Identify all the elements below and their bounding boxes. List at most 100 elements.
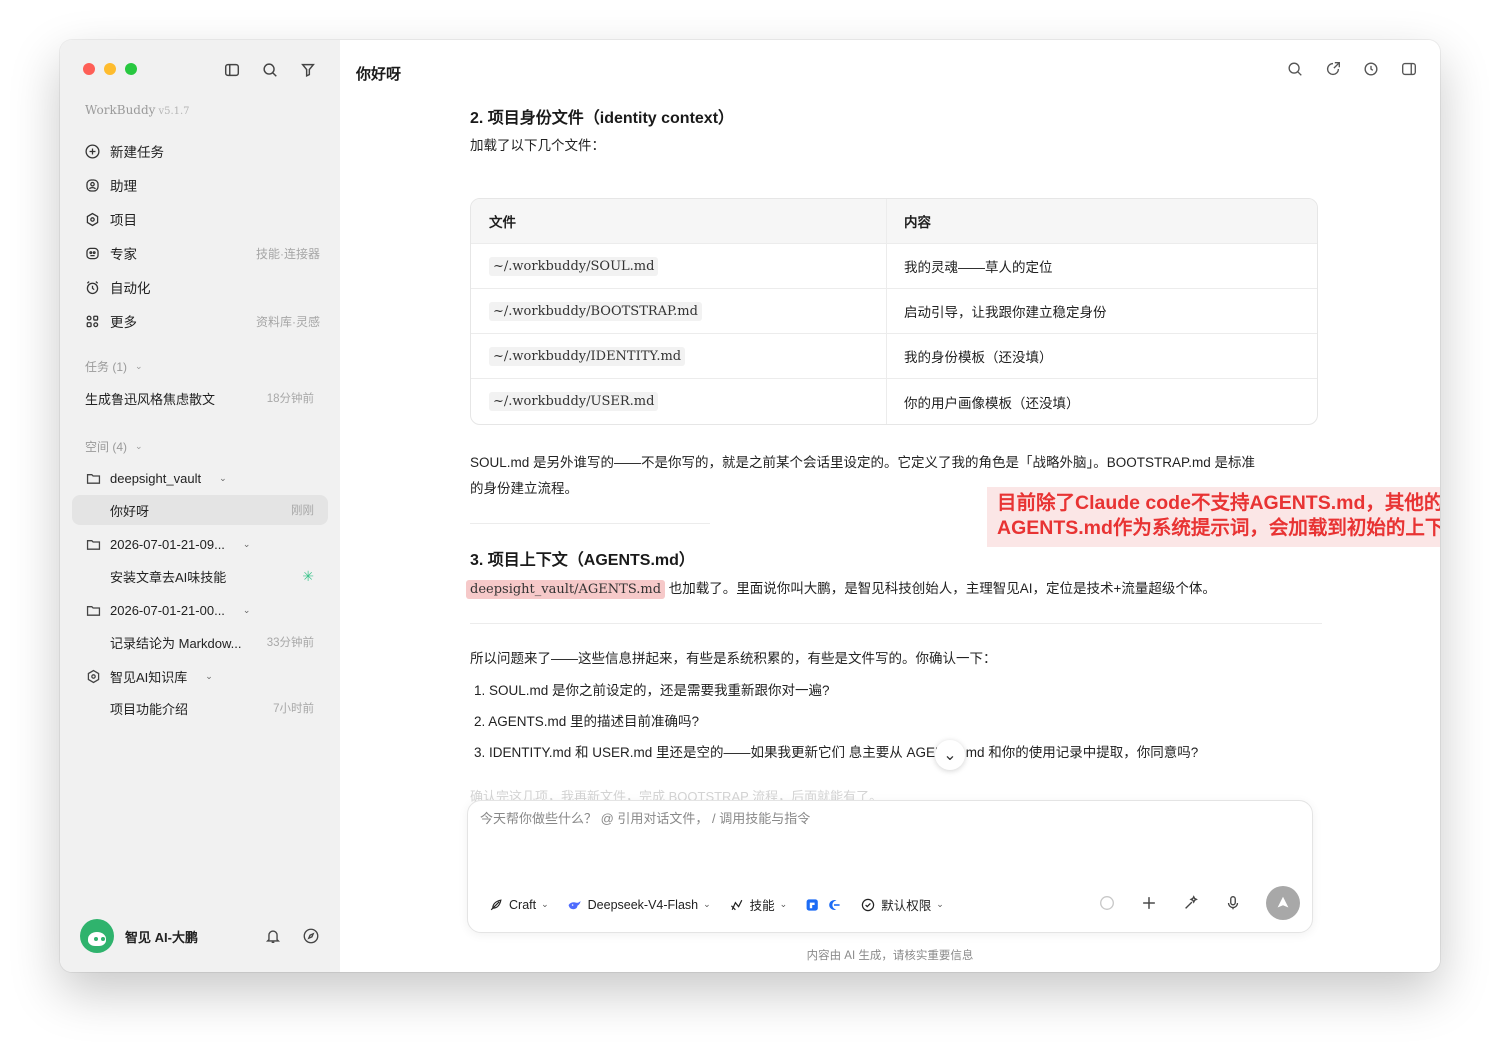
app-version: v5.1.7 bbox=[158, 106, 190, 117]
task-time: 18分钟前 bbox=[266, 393, 314, 405]
sidebar-toolbar bbox=[222, 60, 318, 80]
question-intro: 所以问题来了——这些信息拼起来，有些是系统积累的，有些是文件写的。你确认一下： bbox=[470, 651, 997, 666]
column-header-content: 内容 bbox=[904, 215, 931, 230]
sidebar-nav: 新建任务 助理 项目 专家 技能·连接器 自动化 更多 资料库·灵感 bbox=[80, 134, 320, 338]
nav-new-task[interactable]: 新建任务 bbox=[80, 134, 320, 168]
magic-wand-icon[interactable] bbox=[1182, 894, 1200, 912]
nav-more[interactable]: 更多 资料库·灵感 bbox=[80, 304, 320, 338]
file-path[interactable]: ~/.workbuddy/SOUL.md bbox=[489, 256, 659, 276]
user-name[interactable]: 智见 AI-大鹏 bbox=[125, 927, 198, 946]
compass-icon[interactable] bbox=[302, 927, 320, 945]
message-input[interactable] bbox=[480, 811, 1280, 826]
table-row: ~/.workbuddy/IDENTITY.md 我的身份模板（还没填） bbox=[471, 334, 1317, 379]
mode-selector[interactable]: Craft ⌄ bbox=[488, 897, 549, 913]
composer-actions bbox=[1098, 886, 1300, 920]
conversation-title: 安装文章去AI味技能 bbox=[110, 569, 227, 585]
task-item[interactable]: 生成鲁迅风格焦虑散文 18分钟前 bbox=[72, 383, 328, 413]
main-panel: 你好呀 2. 项目身份文件（identity context） 加载了以下几个文… bbox=[340, 40, 1440, 972]
integrations[interactable] bbox=[805, 897, 842, 913]
microphone-icon[interactable] bbox=[1224, 894, 1242, 912]
question-list: 1. SOUL.md 是你之前设定的，还是需要我重新跟你对一遍? 2. AGEN… bbox=[474, 675, 1334, 768]
spaces-header-label: 空间 (4) bbox=[85, 440, 128, 454]
conversation-title: 你好呀 bbox=[110, 503, 150, 519]
search-icon[interactable] bbox=[260, 60, 280, 80]
plus-icon[interactable] bbox=[1140, 894, 1158, 912]
app-name: WorkBuddy bbox=[85, 103, 156, 117]
chevron-down-icon: ⌄ bbox=[541, 899, 549, 909]
spaces-section-header[interactable]: 空间 (4) ⌄ bbox=[85, 438, 143, 455]
question-item: 2. AGENTS.md 里的描述目前准确吗? bbox=[474, 714, 700, 729]
sidebar-toggle-icon[interactable] bbox=[222, 60, 242, 80]
mode-label: Craft bbox=[509, 897, 537, 912]
tasks-header-label: 任务 (1) bbox=[85, 360, 128, 374]
space-conversation-item[interactable]: 安装文章去AI味技能 ✳ bbox=[72, 561, 328, 591]
file-description: 你的用户画像模板（还没填） bbox=[904, 395, 1080, 411]
file-path[interactable]: ~/.workbuddy/BOOTSTRAP.md bbox=[489, 301, 702, 321]
bell-icon[interactable] bbox=[264, 927, 282, 945]
nav-assistant[interactable]: 助理 bbox=[80, 168, 320, 202]
section-3-title: 3. 项目上下文（AGENTS.md） bbox=[470, 552, 695, 569]
app-window: WorkBuddy v5.1.7 新建任务 助理 项目 专家 技能·连接器 自动… bbox=[60, 40, 1440, 972]
agents-file-path[interactable]: deepsight_vault/AGENTS.md bbox=[466, 580, 666, 599]
minimize-window-button[interactable] bbox=[104, 63, 116, 75]
share-icon[interactable] bbox=[1324, 60, 1342, 78]
app-brand: WorkBuddy v5.1.7 bbox=[85, 103, 190, 117]
file-path[interactable]: ~/.workbuddy/IDENTITY.md bbox=[489, 346, 686, 366]
integration-app-icon bbox=[829, 899, 840, 910]
space-conversation-item[interactable]: 你好呀 刚刚 bbox=[72, 495, 328, 525]
skills-label: 技能 bbox=[749, 899, 775, 913]
nav-label: 新建任务 bbox=[110, 145, 164, 160]
space-conversation-item[interactable]: 项目功能介绍 7小时前 bbox=[72, 693, 328, 723]
composer-toolbar: Craft ⌄ Deepseek-V4-Flash ⌄ 技能 ⌄ 默认权限 ⌄ bbox=[488, 895, 944, 914]
send-button[interactable] bbox=[1266, 886, 1300, 920]
maximize-window-button[interactable] bbox=[125, 63, 137, 75]
space-folder[interactable]: deepsight_vault ⌄ bbox=[72, 463, 328, 493]
space-folder[interactable]: 智见AI知识库 ⌄ bbox=[72, 661, 328, 691]
space-folder[interactable]: 2026-07-01-21-00... ⌄ bbox=[72, 595, 328, 625]
agents-paragraph: deepsight_vault/AGENTS.md 也加载了。里面说你叫大鹏，是… bbox=[466, 576, 1336, 603]
nav-experts[interactable]: 专家 技能·连接器 bbox=[80, 236, 320, 270]
sidebar: WorkBuddy v5.1.7 新建任务 助理 项目 专家 技能·连接器 自动… bbox=[60, 40, 340, 972]
chevron-down-icon: ⌄ bbox=[205, 670, 213, 681]
nav-label: 助理 bbox=[110, 179, 137, 194]
window-controls bbox=[83, 63, 137, 75]
divider bbox=[470, 623, 1322, 624]
file-description: 启动引导，让我跟你建立稳定身份 bbox=[904, 305, 1107, 320]
table-row: ~/.workbuddy/BOOTSTRAP.md 启动引导，让我跟你建立稳定身… bbox=[471, 289, 1317, 334]
tasks-section-header[interactable]: 任务 (1) ⌄ bbox=[85, 358, 143, 375]
whale-icon bbox=[568, 900, 581, 909]
chevron-down-icon: ⌄ bbox=[242, 604, 251, 615]
filter-icon[interactable] bbox=[298, 60, 318, 80]
agents-text: 也加载了。里面说你叫大鹏，是智见科技创始人，主理智见AI，定位是技术+流量超级个… bbox=[665, 581, 1216, 596]
panel-toggle-icon[interactable] bbox=[1400, 60, 1418, 78]
chevron-down-icon: ⌄ bbox=[779, 899, 788, 909]
history-icon[interactable] bbox=[1362, 60, 1380, 78]
space-folder[interactable]: 2026-07-01-21-09... ⌄ bbox=[72, 529, 328, 559]
conversation-title: 项目功能介绍 bbox=[110, 701, 189, 717]
conversation-time: 刚刚 bbox=[291, 505, 314, 517]
feather-icon bbox=[490, 898, 502, 910]
chevron-down-icon: ⌄ bbox=[135, 361, 143, 371]
search-icon[interactable] bbox=[1286, 60, 1304, 78]
skills-icon bbox=[730, 899, 742, 910]
space-name: 智见AI知识库 bbox=[110, 669, 188, 685]
close-window-button[interactable] bbox=[83, 63, 95, 75]
avatar[interactable] bbox=[80, 919, 114, 953]
nav-automation[interactable]: 自动化 bbox=[80, 270, 320, 304]
skills-selector[interactable]: 技能 ⌄ bbox=[729, 895, 788, 914]
scroll-to-bottom-button[interactable]: ⌄ bbox=[935, 740, 965, 770]
model-selector[interactable]: Deepseek-V4-Flash ⌄ bbox=[567, 897, 711, 913]
space-conversation-item[interactable]: 记录结论为 Markdow... 33分钟前 bbox=[72, 627, 328, 657]
permission-selector[interactable]: 默认权限 ⌄ bbox=[860, 895, 944, 914]
nav-projects[interactable]: 项目 bbox=[80, 202, 320, 236]
chevron-down-icon: ⌄ bbox=[242, 538, 251, 549]
nav-label: 自动化 bbox=[110, 281, 151, 296]
chevron-down-icon: ⌄ bbox=[936, 899, 944, 909]
section-2-intro: 加载了以下几个文件： bbox=[470, 138, 605, 153]
soul-paragraph-line: SOUL.md 是另外谁写的——不是你写的，就是之前某个会话里设定的。它定义了我… bbox=[470, 455, 1256, 470]
grid-icon bbox=[84, 312, 102, 330]
table-header: 文件 内容 bbox=[471, 199, 1317, 244]
file-path[interactable]: ~/.workbuddy/USER.md bbox=[489, 392, 659, 411]
chevron-down-icon: ⌄ bbox=[219, 472, 227, 483]
nav-hint: 技能·连接器 bbox=[256, 246, 320, 261]
